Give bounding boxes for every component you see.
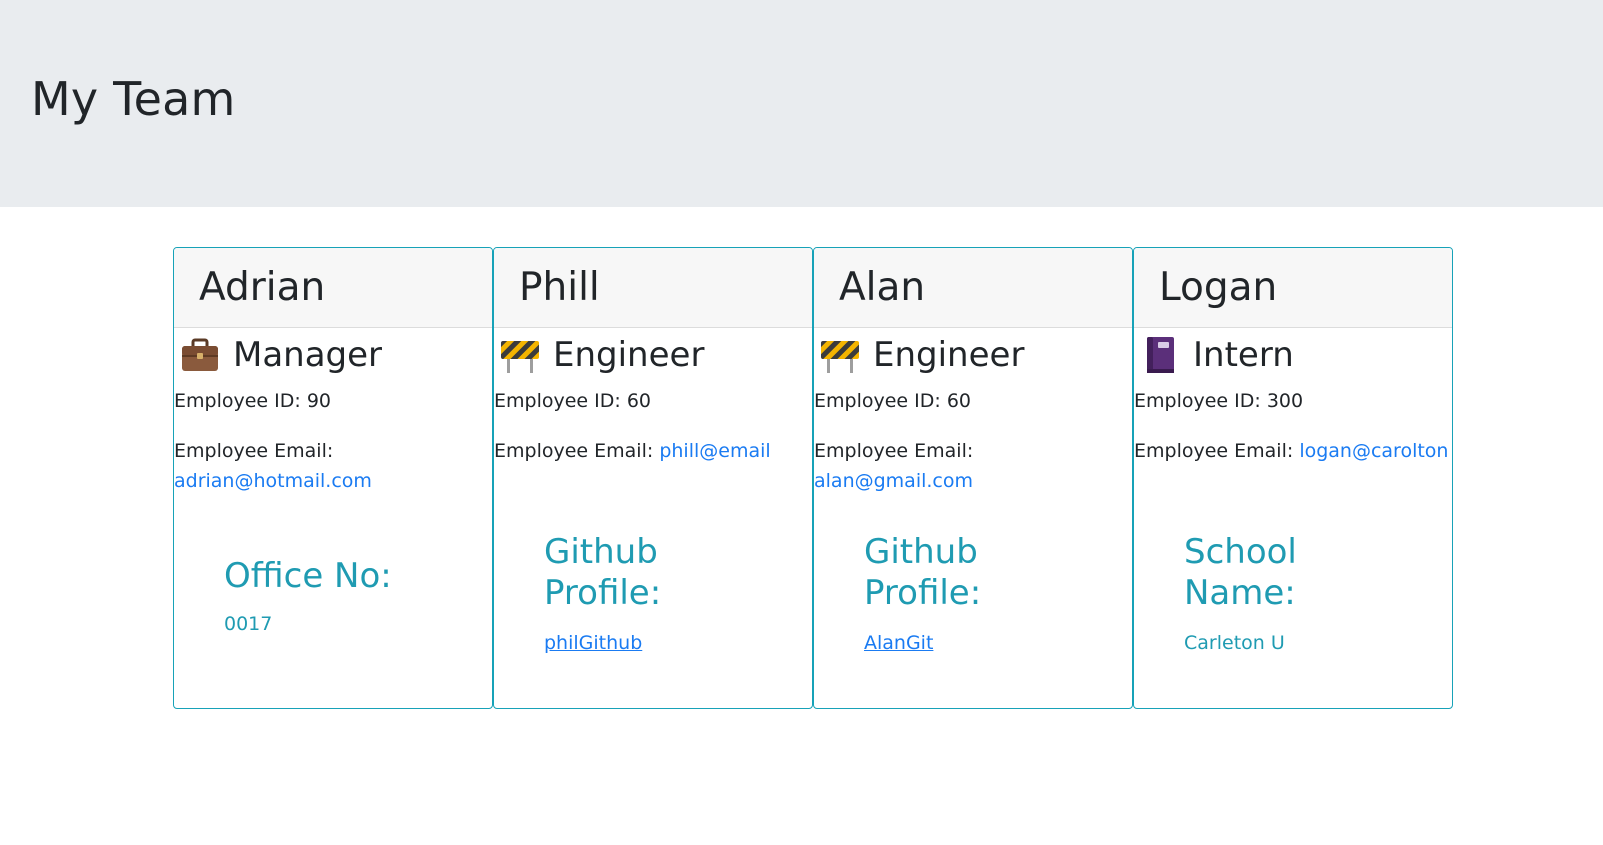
email-label: Employee Email:: [814, 440, 974, 462]
employee-card-adrian: Adrian Manager Employee ID: 90 Employee …: [173, 247, 493, 709]
office-number-value: 0017: [224, 613, 273, 635]
email-link[interactable]: alan@gmail.com: [814, 470, 973, 492]
employee-role: Engineer: [819, 332, 1024, 378]
role-label: Engineer: [553, 335, 705, 375]
email-link[interactable]: adrian@hotmail.com: [174, 470, 372, 492]
school-name-label: School Name:: [1184, 532, 1297, 613]
employee-id: Employee ID: 300: [1134, 390, 1304, 412]
email-label: Employee Email:: [1134, 440, 1294, 462]
employee-name: Logan: [1159, 265, 1278, 310]
office-number-label: Office No:: [224, 556, 392, 596]
office-info: Office No: 0017: [224, 556, 464, 637]
github-info: Github Profile: philGithub: [544, 532, 704, 656]
school-info: School Name: Carleton U: [1184, 532, 1334, 656]
employee-id: Employee ID: 60: [814, 390, 971, 412]
notebook-icon: [1139, 335, 1181, 375]
employee-id: Employee ID: 60: [494, 390, 651, 412]
github-profile-link[interactable]: AlanGit: [864, 630, 1024, 656]
github-profile-label: Github Profile:: [864, 532, 982, 613]
employee-card-phill: Phill Engineer Employee ID: 60 Employee …: [493, 247, 813, 709]
email-label: Employee Email:: [494, 440, 654, 462]
employee-role: Intern: [1139, 332, 1294, 378]
github-profile-label: Github Profile:: [544, 532, 662, 613]
employee-name: Phill: [519, 265, 600, 310]
employee-id: Employee ID: 90: [174, 390, 331, 412]
role-label: Engineer: [873, 335, 1025, 375]
employee-name: Adrian: [199, 265, 326, 310]
briefcase-icon: [179, 335, 221, 375]
role-label: Intern: [1193, 335, 1294, 375]
construction-barrier-icon: [819, 335, 861, 375]
school-name-value: Carleton U: [1184, 632, 1285, 654]
employee-email-row: Employee Email: phill@email: [494, 436, 810, 466]
employee-email-row: Employee Email: logan@carolton: [1134, 436, 1450, 466]
employee-card-alan: Alan Engineer Employee ID: 60 Employee E…: [813, 247, 1133, 709]
construction-barrier-icon: [499, 335, 541, 375]
email-link[interactable]: logan@carolton: [1299, 440, 1448, 462]
employee-role: Engineer: [499, 332, 704, 378]
employee-card-logan: Logan Intern Employee ID: 300 Employee E…: [1133, 247, 1453, 709]
page-title: My Team: [31, 72, 236, 126]
page-header: My Team: [0, 0, 1603, 207]
employee-email-row: Employee Email: alan@gmail.com: [814, 436, 1130, 496]
email-link[interactable]: phill@email: [659, 440, 770, 462]
team-cards: Adrian Manager Employee ID: 90 Employee …: [173, 247, 1453, 709]
employee-email-row: Employee Email: adrian@hotmail.com: [174, 436, 490, 496]
employee-name: Alan: [839, 265, 926, 310]
role-label: Manager: [233, 335, 383, 375]
github-profile-link[interactable]: philGithub: [544, 630, 704, 656]
email-label: Employee Email:: [174, 440, 334, 462]
github-info: Github Profile: AlanGit: [864, 532, 1024, 656]
employee-role: Manager: [179, 332, 382, 378]
